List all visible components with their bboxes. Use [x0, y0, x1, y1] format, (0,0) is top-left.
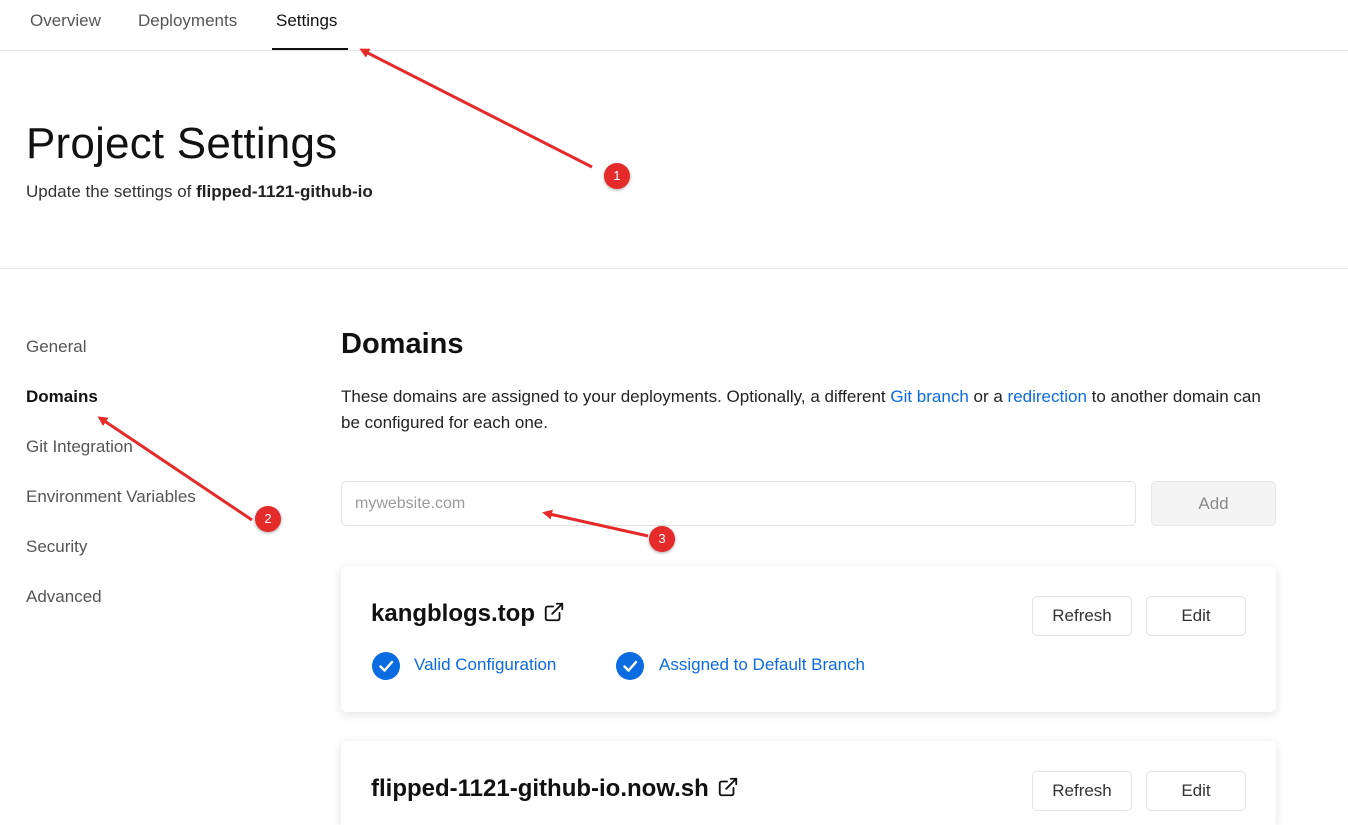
domain-name-row: kangblogs.top — [371, 600, 565, 628]
tab-deployments[interactable]: Deployments — [138, 0, 237, 51]
page-title: Project Settings — [26, 119, 338, 168]
sidebar-item-domains[interactable]: Domains — [26, 387, 98, 407]
status-label: Valid Configuration — [414, 655, 557, 674]
sidebar-item-git-integration[interactable]: Git Integration — [26, 437, 133, 457]
sidebar-item-environment-variables[interactable]: Environment Variables — [26, 487, 196, 507]
check-circle-icon — [616, 652, 644, 680]
domains-description: These domains are assigned to your deplo… — [341, 384, 1276, 436]
edit-button[interactable]: Edit — [1146, 596, 1246, 636]
tab-settings[interactable]: Settings — [276, 0, 337, 51]
edit-button[interactable]: Edit — [1146, 771, 1246, 811]
desc-text: or a — [968, 387, 1008, 406]
status-label: Assigned to Default Branch — [659, 655, 866, 674]
git-branch-link[interactable]: Git branch — [890, 387, 968, 406]
refresh-button[interactable]: Refresh — [1032, 771, 1132, 811]
domain-name-row: flipped-1121-github-io.now.sh — [371, 775, 739, 803]
top-nav: Overview Deployments Settings — [0, 0, 1348, 51]
check-circle-icon — [372, 652, 400, 680]
desc-text: These domains are assigned to your deplo… — [341, 387, 891, 406]
project-name: flipped-1121-github-io — [196, 182, 373, 201]
sidebar-item-advanced[interactable]: Advanced — [26, 587, 102, 607]
external-link-icon[interactable] — [543, 601, 565, 623]
sidebar-item-general[interactable]: General — [26, 337, 86, 357]
annotation-marker-3: 3 — [649, 526, 675, 552]
page-subtitle: Update the settings of flipped-1121-gith… — [26, 182, 373, 202]
active-tab-indicator — [272, 48, 348, 50]
add-domain-button[interactable]: Add — [1151, 481, 1276, 526]
domain-card: kangblogs.top Refresh Edit Valid Configu… — [341, 566, 1276, 712]
annotation-marker-2: 2 — [255, 506, 281, 532]
domain-input[interactable] — [341, 481, 1136, 526]
tab-overview[interactable]: Overview — [30, 0, 101, 51]
domain-card: flipped-1121-github-io.now.sh Refresh Ed… — [341, 741, 1276, 825]
annotation-marker-1: 1 — [604, 163, 630, 189]
external-link-icon[interactable] — [717, 776, 739, 798]
subtitle-prefix: Update the settings of — [26, 182, 192, 201]
domain-name[interactable]: kangblogs.top — [371, 600, 535, 627]
domain-name[interactable]: flipped-1121-github-io.now.sh — [371, 775, 709, 802]
refresh-button[interactable]: Refresh — [1032, 596, 1132, 636]
sidebar-item-security[interactable]: Security — [26, 537, 87, 557]
settings-header: Project Settings Update the settings of … — [0, 51, 1348, 269]
domains-title: Domains — [341, 328, 464, 360]
redirection-link[interactable]: redirection — [1008, 387, 1087, 406]
